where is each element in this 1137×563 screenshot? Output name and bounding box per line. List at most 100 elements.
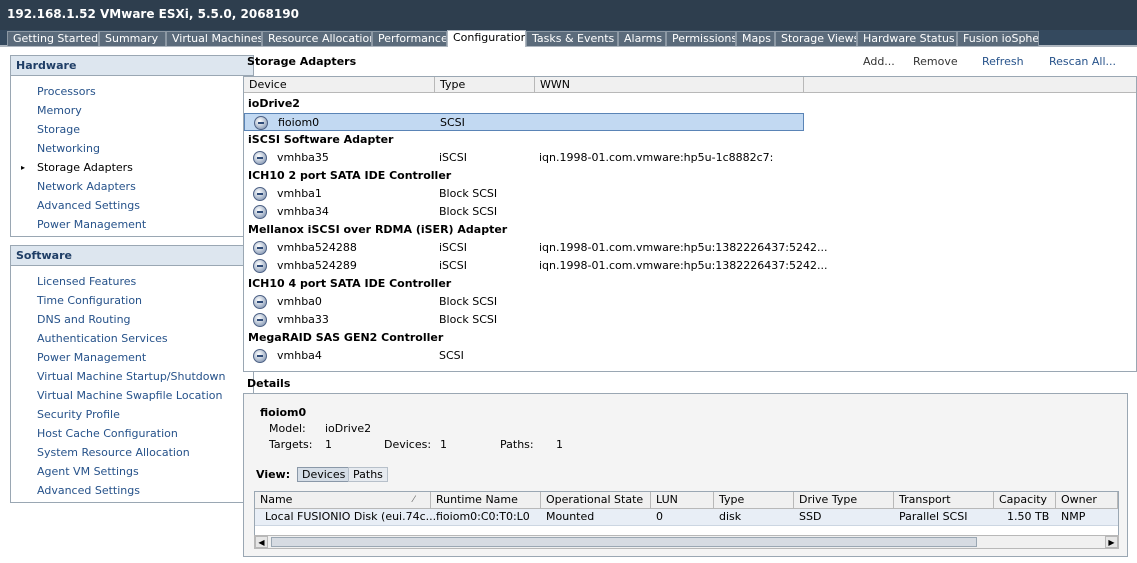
adapter-device: vmhba0 bbox=[277, 295, 322, 308]
software-panel: Software Licensed Features Time Configura… bbox=[10, 245, 254, 503]
tab-alarms[interactable]: Alarms bbox=[618, 31, 666, 46]
adapter-row[interactable]: vmhba33 Block SCSI bbox=[244, 311, 804, 329]
tab-storage-views[interactable]: Storage Views bbox=[775, 31, 857, 46]
software-item-host-cache-configuration[interactable]: Host Cache Configuration bbox=[37, 426, 178, 442]
software-panel-title: Software bbox=[11, 246, 253, 266]
adapter-row[interactable]: vmhba34 Block SCSI bbox=[244, 203, 804, 221]
hardware-item-networking[interactable]: Networking bbox=[37, 141, 100, 157]
software-item-authentication-services[interactable]: Authentication Services bbox=[37, 331, 168, 347]
tab-resource-allocation[interactable]: Resource Allocation bbox=[262, 31, 372, 46]
rescan-all-button[interactable]: Rescan All... bbox=[1049, 55, 1116, 69]
adapter-device: fioiom0 bbox=[278, 116, 320, 129]
scroll-right-icon[interactable]: ▶ bbox=[1105, 536, 1118, 548]
software-item-dns-and-routing[interactable]: DNS and Routing bbox=[37, 312, 131, 328]
tab-performance[interactable]: Performance bbox=[372, 31, 447, 46]
device-cell-drive-type: SSD bbox=[799, 510, 822, 523]
tab-hardware-status[interactable]: Hardware Status bbox=[857, 31, 957, 46]
device-row[interactable]: Local FUSIONIO Disk (eui.74c... fioiom0:C… bbox=[255, 509, 1118, 526]
view-devices-button[interactable]: Devices bbox=[297, 467, 351, 482]
main-content: Storage Adapters Add... Remove Refresh R… bbox=[243, 50, 1137, 563]
adapter-device: vmhba1 bbox=[277, 187, 322, 200]
software-item-virtual-machine-swapfile-location[interactable]: Virtual Machine Swapfile Location bbox=[37, 388, 222, 404]
refresh-button[interactable]: Refresh bbox=[982, 55, 1024, 69]
column-header-name[interactable]: Name bbox=[255, 492, 431, 509]
software-item-agent-vm-settings[interactable]: Agent VM Settings bbox=[37, 464, 139, 480]
tab-fusion-iosphere[interactable]: Fusion ioSphere bbox=[957, 31, 1039, 46]
adapter-row[interactable]: vmhba1 Block SCSI bbox=[244, 185, 804, 203]
adapter-type: Block SCSI bbox=[439, 295, 498, 308]
storage-adapter-icon bbox=[253, 187, 267, 201]
software-item-power-management[interactable]: Power Management bbox=[37, 350, 146, 366]
column-header-drive-type[interactable]: Drive Type bbox=[794, 492, 894, 509]
scroll-thumb[interactable] bbox=[271, 537, 977, 547]
adapter-device: vmhba33 bbox=[277, 313, 329, 326]
tab-bar: Getting Started Summary Virtual Machines Re… bbox=[0, 30, 1137, 47]
column-header-transport[interactable]: Transport bbox=[894, 492, 994, 509]
hardware-item-advanced-settings[interactable]: Advanced Settings bbox=[37, 198, 140, 214]
column-header-type[interactable]: Type bbox=[714, 492, 794, 509]
paths-value: 1 bbox=[556, 438, 563, 451]
column-header-runtime-name[interactable]: Runtime Name bbox=[431, 492, 541, 509]
adapter-row[interactable]: vmhba35 iSCSI iqn.1998-01.com.vmware:hp5u-… bbox=[244, 149, 804, 167]
type-column-header[interactable]: Type bbox=[435, 77, 535, 93]
hardware-item-network-adapters[interactable]: Network Adapters bbox=[37, 179, 136, 195]
device-cell-transport: Parallel SCSI bbox=[899, 510, 968, 523]
selected-arrow-icon: ▸ bbox=[21, 163, 26, 172]
adapter-row[interactable]: vmhba524289 iSCSI iqn.1998-01.com.vmware:h… bbox=[244, 257, 827, 275]
adapter-type: Block SCSI bbox=[439, 187, 498, 200]
device-cell-lun: 0 bbox=[656, 510, 663, 523]
wwn-column-header[interactable]: WWN bbox=[535, 77, 804, 93]
device-column-header[interactable]: Device bbox=[244, 77, 435, 93]
adapter-wwn: iqn.1998-01.com.vmware:hp5u:1382226437:5… bbox=[539, 259, 828, 272]
software-item-virtual-machine-startup-shutdown[interactable]: Virtual Machine Startup/Shutdown bbox=[37, 369, 225, 385]
storage-adapter-icon bbox=[253, 259, 267, 273]
tab-permissions[interactable]: Permissions bbox=[666, 31, 736, 46]
column-header-capacity[interactable]: Capacity bbox=[994, 492, 1056, 509]
tab-virtual-machines[interactable]: Virtual Machines bbox=[166, 31, 262, 46]
devices-label: Devices: bbox=[384, 438, 432, 451]
device-cell-operational-state: Mounted bbox=[546, 510, 595, 523]
tab-tasks-events[interactable]: Tasks & Events bbox=[526, 31, 618, 46]
tab-summary[interactable]: Summary bbox=[99, 31, 166, 46]
adapter-group-header: ICH10 2 port SATA IDE Controller bbox=[248, 169, 452, 182]
tab-getting-started[interactable]: Getting Started bbox=[7, 31, 99, 46]
column-header-operational-state[interactable]: Operational State bbox=[541, 492, 651, 509]
details-panel: fioiom0 Model: ioDrive2 Targets: 1 Devic… bbox=[243, 393, 1128, 557]
hardware-item-storage-adapters[interactable]: Storage Adapters bbox=[37, 160, 133, 176]
devices-value: 1 bbox=[440, 438, 447, 451]
adapter-row[interactable]: vmhba4 SCSI bbox=[244, 347, 804, 365]
adapter-row[interactable]: vmhba0 Block SCSI bbox=[244, 293, 804, 311]
software-item-licensed-features[interactable]: Licensed Features bbox=[37, 274, 136, 290]
model-value: ioDrive2 bbox=[325, 422, 372, 435]
column-header-owner[interactable]: Owner bbox=[1056, 492, 1118, 509]
adapter-group-header: ioDrive2 bbox=[248, 97, 300, 110]
software-item-security-profile[interactable]: Security Profile bbox=[37, 407, 120, 423]
tab-configuration[interactable]: Configuration bbox=[447, 30, 526, 47]
adapter-type: SCSI bbox=[439, 349, 464, 362]
software-item-system-resource-allocation[interactable]: System Resource Allocation bbox=[37, 445, 190, 461]
hardware-item-storage[interactable]: Storage bbox=[37, 122, 80, 138]
hardware-item-memory[interactable]: Memory bbox=[37, 103, 82, 119]
adapter-row[interactable]: fioiom0 SCSI bbox=[244, 113, 804, 131]
scroll-left-icon[interactable]: ◀ bbox=[255, 536, 268, 548]
storage-adapter-icon bbox=[253, 205, 267, 219]
adapter-device: vmhba524288 bbox=[277, 241, 357, 254]
software-item-advanced-settings[interactable]: Advanced Settings bbox=[37, 483, 140, 499]
horizontal-scrollbar[interactable]: ◀ ▶ bbox=[254, 535, 1119, 549]
storage-adapter-icon bbox=[253, 151, 267, 165]
tab-maps[interactable]: Maps bbox=[736, 31, 775, 46]
sort-icon[interactable]: ⁄ bbox=[413, 492, 415, 509]
software-item-time-configuration[interactable]: Time Configuration bbox=[37, 293, 142, 309]
adapter-row[interactable]: vmhba524288 iSCSI iqn.1998-01.com.vmware:h… bbox=[244, 239, 827, 257]
adapter-type: Block SCSI bbox=[439, 313, 498, 326]
hardware-item-processors[interactable]: Processors bbox=[37, 84, 96, 100]
adapter-group-header: MegaRAID SAS GEN2 Controller bbox=[248, 331, 444, 344]
details-title: Details bbox=[247, 377, 291, 390]
column-header-lun[interactable]: LUN bbox=[651, 492, 714, 509]
hardware-item-power-management[interactable]: Power Management bbox=[37, 217, 146, 233]
device-cell-name: Local FUSIONIO Disk (eui.74c... bbox=[265, 510, 437, 523]
add-button[interactable]: Add... bbox=[863, 55, 895, 69]
remove-button[interactable]: Remove bbox=[913, 55, 958, 69]
view-paths-button[interactable]: Paths bbox=[348, 467, 388, 482]
adapter-type: iSCSI bbox=[439, 151, 467, 164]
